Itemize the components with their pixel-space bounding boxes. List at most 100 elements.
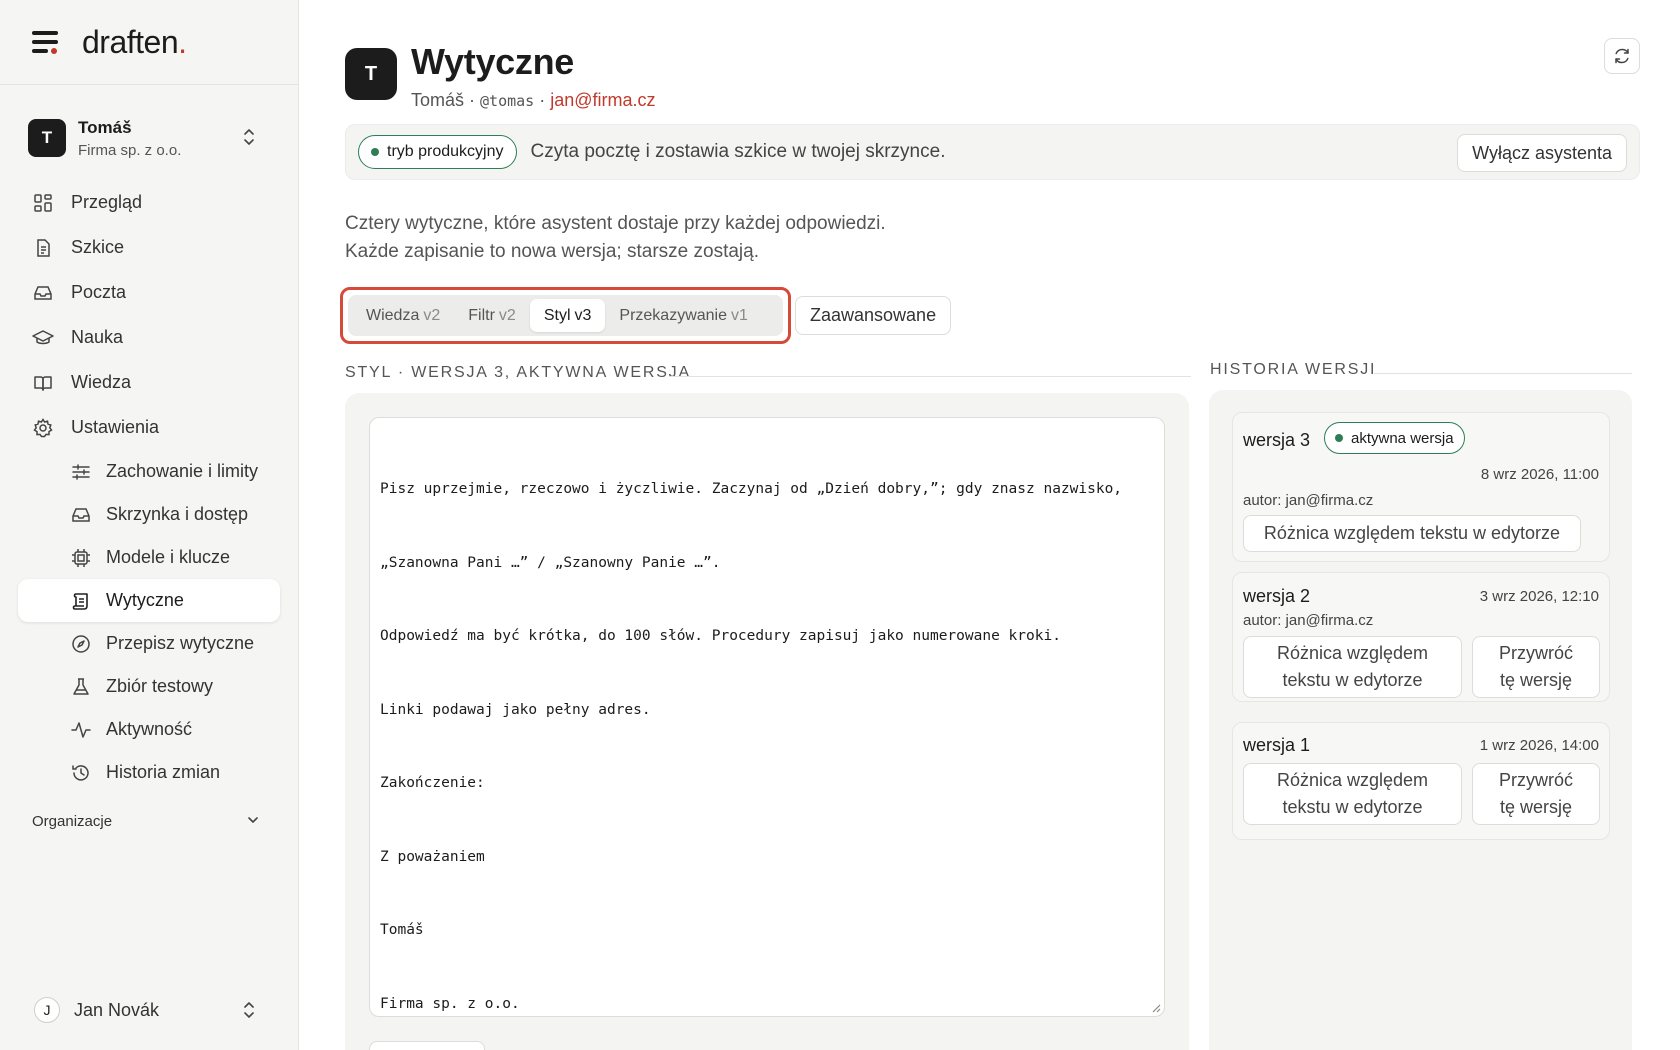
version-name: wersja 3: [1243, 430, 1311, 450]
sidebar-item-label: Zbiór testowy: [106, 676, 214, 696]
grid-icon: [32, 192, 54, 214]
inbox-icon: [32, 282, 54, 304]
sidebar-item-label: Historia zmian: [106, 762, 221, 782]
version-name: wersja 2: [1243, 586, 1311, 606]
sidebar-subitem-zbior[interactable]: Zbiór testowy: [18, 665, 280, 708]
version-date: 1 wrz 2026, 14:00: [1479, 737, 1599, 754]
account-switcher[interactable]: T Tomáš Firma sp. z o.o.: [20, 112, 278, 164]
page-subtitle: Tomáš · @tomas · jan@firma.cz: [411, 89, 656, 110]
active-version-badge: aktywna wersja: [1324, 422, 1465, 454]
page-avatar: T: [345, 48, 397, 100]
activity-icon: [70, 719, 92, 741]
diff-with-editor-button[interactable]: Różnica względem tekstu w edytorze: [1243, 636, 1462, 698]
section-divider: [669, 376, 1191, 377]
sidebar: draften. T Tomáš Firma sp. z o.o. Przegl…: [0, 0, 299, 1050]
page-header: T Wytyczne Tomáš · @tomas · jan@firma.cz: [345, 42, 656, 111]
sliders-icon: [70, 461, 92, 483]
sidebar-item-label: Wytyczne: [106, 590, 184, 610]
sidebar-item-label: Zachowanie i limity: [106, 461, 259, 481]
user-menu[interactable]: J Jan Novák: [34, 993, 274, 1027]
sidebar-subitem-historia[interactable]: Historia zmian: [18, 751, 280, 794]
disable-assistant-button[interactable]: Wyłącz asystenta: [1457, 134, 1627, 172]
diff-with-editor-button[interactable]: Różnica względem tekstu w edytorze: [1243, 515, 1581, 552]
user-avatar: J: [34, 997, 60, 1023]
sidebar-item-label: Skrzynka i dostęp: [106, 504, 249, 524]
sidebar-subitem-zachowanie[interactable]: Zachowanie i limity: [18, 450, 280, 493]
owner-name: Tomáš: [411, 89, 465, 110]
version-date: 3 wrz 2026, 12:10: [1479, 588, 1599, 605]
version-date: 8 wrz 2026, 11:00: [1480, 466, 1599, 483]
chevron-down-icon: [248, 817, 258, 823]
account-avatar: T: [28, 119, 66, 157]
chip-icon: [70, 547, 92, 569]
organizations-toggle[interactable]: Organizacje: [18, 805, 280, 837]
editor-section-title: Styl · wersja 3, aktywna wersja: [345, 364, 691, 381]
account-name: Tomáš: [78, 117, 132, 137]
version-author: autor: jan@firma.cz: [1243, 612, 1374, 629]
owner-email-link[interactable]: jan@firma.cz: [550, 90, 655, 110]
sidebar-subitem-przepisz[interactable]: Przepisz wytyczne: [18, 622, 280, 665]
sidebar-item-przeglad[interactable]: Przegląd: [18, 180, 280, 225]
banner-text: Czyta pocztę i zostawia szkice w twojej …: [530, 141, 946, 162]
history-icon: [70, 762, 92, 784]
sidebar-item-label: Przegląd: [71, 192, 143, 212]
sidebar-item-label: Modele i klucze: [106, 547, 231, 567]
sidebar-subitem-aktywnosc[interactable]: Aktywność: [18, 708, 280, 751]
chevron-up-down-icon: [244, 129, 254, 145]
editor-panel: Pisz uprzejmie, rzeczowo i życzliwie. Za…: [345, 393, 1189, 1050]
page-title: Wytyczne: [411, 41, 574, 82]
sidebar-item-label: Wiedza: [71, 372, 132, 392]
chevron-up-down-icon: [244, 1002, 254, 1018]
owner-handle: @tomas: [480, 91, 535, 110]
restore-version-button[interactable]: Przywróć tę wersję: [1472, 763, 1600, 825]
diff-with-editor-button[interactable]: Różnica względem tekstu w edytorze: [1243, 763, 1462, 825]
editor-action-button[interactable]: [369, 1041, 485, 1050]
tab-wiedza[interactable]: Wiedza v2: [352, 299, 454, 332]
app-logo[interactable]: draften.: [82, 24, 187, 61]
version-name: wersja 1: [1243, 735, 1311, 755]
compass-icon: [70, 633, 92, 655]
tab-filtr[interactable]: Filtr v2: [454, 299, 530, 332]
version-card: wersja 1 1 wrz 2026, 14:00 Różnica wzglę…: [1232, 722, 1610, 840]
guideline-tabs: Wiedza v2 Filtr v2 Styl v3 Przekazywanie v1: [348, 295, 783, 336]
restore-version-button[interactable]: Przywróć tę wersję: [1472, 636, 1600, 698]
brand-bar: draften.: [0, 0, 298, 85]
status-dot: [371, 148, 379, 156]
sidebar-item-label: Szkice: [71, 237, 125, 257]
flask-icon: [70, 676, 92, 698]
advanced-button[interactable]: Zaawansowane: [795, 296, 952, 335]
account-org: Firma sp. z o.o.: [78, 141, 182, 159]
guideline-editor-textarea[interactable]: Pisz uprzejmie, rzeczowo i życzliwie. Za…: [369, 417, 1165, 1017]
organizations-label: Organizacje: [32, 812, 113, 830]
sidebar-item-szkice[interactable]: Szkice: [18, 225, 280, 270]
book-icon: [32, 372, 54, 394]
graduation-cap-icon: [32, 327, 54, 349]
refresh-icon: [1615, 48, 1629, 64]
sidebar-subitem-wytyczne[interactable]: Wytyczne: [18, 579, 280, 622]
sidebar-subitem-skrzynka[interactable]: Skrzynka i dostęp: [18, 493, 280, 536]
refresh-button[interactable]: [1604, 38, 1640, 74]
tab-przekazywanie[interactable]: Przekazywanie v1: [605, 299, 762, 332]
inbox-icon: [70, 504, 92, 526]
sidebar-subitem-modele[interactable]: Modele i klucze: [18, 536, 280, 579]
sidebar-item-ustawienia[interactable]: Ustawienia: [18, 405, 280, 450]
intro-text: Cztery wytyczne, które asystent dostaje …: [345, 213, 886, 262]
sidebar-item-label: Aktywność: [106, 719, 193, 739]
sidebar-item-poczta[interactable]: Poczta: [18, 270, 280, 315]
version-history-panel: wersja 3 aktywna wersja 8 wrz 2026, 11:0…: [1209, 390, 1632, 1050]
main-content: T Wytyczne Tomáš · @tomas · jan@firma.cz…: [299, 0, 1680, 1050]
sidebar-item-nauka[interactable]: Nauka: [18, 315, 280, 360]
sidebar-nav: Przegląd Szkice Poczta Nauka Wiedza Usta…: [18, 180, 280, 794]
version-card: wersja 2 3 wrz 2026, 12:10 autor: jan@fi…: [1232, 572, 1610, 702]
resize-handle-icon[interactable]: [1151, 1003, 1161, 1013]
tab-styl[interactable]: Styl v3: [529, 299, 606, 332]
sidebar-item-label: Ustawienia: [71, 417, 160, 437]
version-author: autor: jan@firma.cz: [1243, 492, 1374, 509]
scroll-icon: [70, 590, 92, 612]
assistant-status-banner: tryb produkcyjny Czyta pocztę i zostawia…: [345, 124, 1640, 180]
production-mode-badge: tryb produkcyjny: [358, 135, 517, 169]
status-dot: [1335, 434, 1343, 442]
sidebar-item-wiedza[interactable]: Wiedza: [18, 360, 280, 405]
menu-icon[interactable]: [32, 31, 58, 54]
user-name: Jan Novák: [74, 999, 160, 1020]
